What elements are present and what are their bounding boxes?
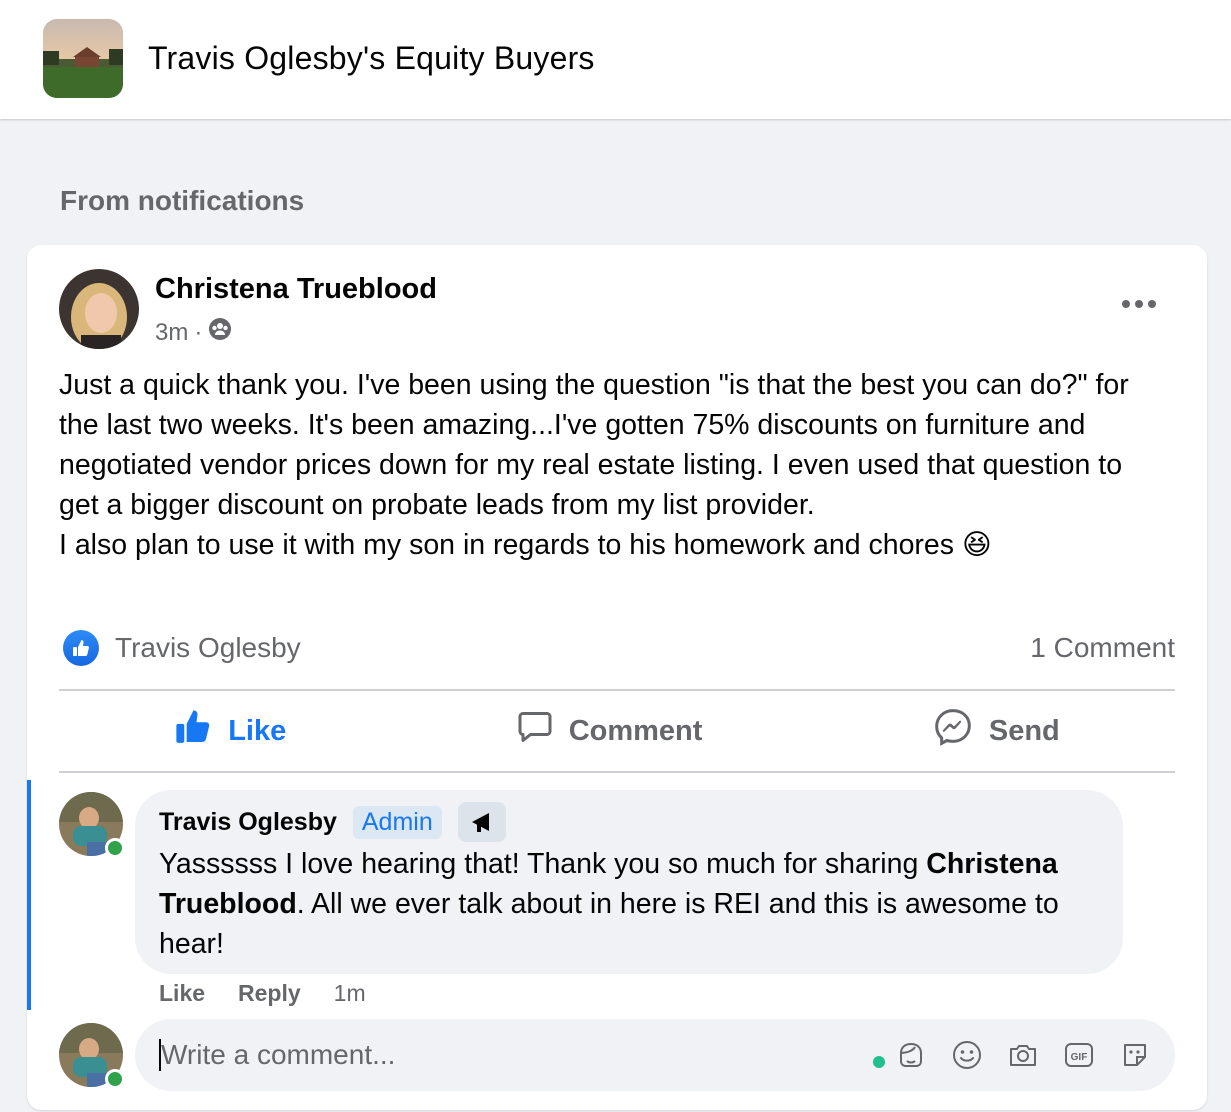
group-photo[interactable]	[43, 19, 123, 98]
more-options-button[interactable]	[1119, 289, 1159, 319]
comment-highlight-bar	[27, 780, 31, 1010]
gif-icon[interactable]: GIF	[1063, 1039, 1095, 1071]
comment-text: Yassssss I love hearing that! Thank you …	[159, 844, 1099, 964]
post-actions: Like Comment Send	[59, 691, 1175, 771]
composer-icons: GIF	[895, 1039, 1151, 1071]
commenter-name[interactable]: Travis Oglesby	[159, 808, 337, 837]
post-paragraph: I also plan to use it with my son in reg…	[59, 529, 992, 561]
top-contributor-icon	[457, 802, 506, 842]
admin-badge: Admin	[352, 805, 442, 839]
emoji-icon[interactable]	[951, 1039, 983, 1071]
comment-like-button[interactable]: Like	[159, 980, 205, 1007]
like-reaction-icon	[63, 630, 99, 666]
current-user-avatar[interactable]	[59, 1023, 125, 1089]
comment-bubble: Travis Oglesby Admin Yassssss I love hea…	[135, 790, 1123, 974]
messenger-icon	[933, 707, 973, 755]
comment-item: Travis Oglesby Admin Yassssss I love hea…	[27, 780, 1207, 1010]
post-time[interactable]: 3m	[155, 319, 188, 347]
comment-composer: GIF	[135, 1019, 1175, 1091]
commenter-avatar[interactable]	[59, 792, 125, 858]
online-status-dot	[105, 1069, 125, 1089]
group-title[interactable]: Travis Oglesby's Equity Buyers	[148, 40, 595, 77]
author-avatar[interactable]	[59, 269, 139, 349]
comment-time[interactable]: 1m	[334, 980, 366, 1007]
comment-text-part: Yassssss I love hearing that! Thank you …	[159, 848, 927, 880]
comment-footer: Like Reply 1m	[159, 980, 366, 1007]
post-card: Christena Trueblood 3m · Just a quick th…	[27, 245, 1207, 1110]
meta-separator: ·	[194, 318, 203, 346]
reactor-name: Travis Oglesby	[115, 632, 301, 663]
comment-head: Travis Oglesby Admin	[159, 802, 1099, 842]
send-button[interactable]: Send	[933, 707, 1060, 755]
like-label: Like	[228, 714, 287, 747]
group-header: Travis Oglesby's Equity Buyers	[0, 0, 1231, 119]
camera-icon[interactable]	[1007, 1039, 1039, 1071]
post-body: Just a quick thank you. I've been using …	[59, 365, 1149, 565]
group-audience-icon	[208, 317, 232, 348]
reactions-summary: Travis Oglesby 1 Comment	[63, 629, 1175, 667]
post-author-name[interactable]: Christena Trueblood	[155, 273, 437, 306]
online-status-dot	[105, 838, 125, 858]
comment-label: Comment	[568, 714, 703, 747]
divider	[59, 771, 1175, 773]
comment-input[interactable]	[159, 1039, 873, 1071]
section-label: From notifications	[60, 185, 305, 216]
grammar-check-dot	[873, 1056, 885, 1068]
comment-icon	[517, 709, 553, 753]
like-button[interactable]: Like	[174, 708, 286, 754]
reactions-left[interactable]: Travis Oglesby	[63, 630, 301, 666]
send-label: Send	[988, 714, 1060, 747]
comment-count[interactable]: 1 Comment	[1030, 632, 1175, 664]
post-meta: 3m ·	[155, 317, 232, 348]
sticker-icon[interactable]	[1119, 1039, 1151, 1071]
post-paragraph: Just a quick thank you. I've been using …	[59, 369, 1129, 521]
svg-text:GIF: GIF	[1071, 1052, 1088, 1063]
comment-button[interactable]: Comment	[517, 709, 703, 753]
more-options-icon	[1122, 300, 1130, 308]
avatar-sticker-icon[interactable]	[895, 1039, 927, 1071]
comment-reply-button[interactable]: Reply	[238, 980, 301, 1007]
thumbs-up-icon	[174, 708, 212, 754]
